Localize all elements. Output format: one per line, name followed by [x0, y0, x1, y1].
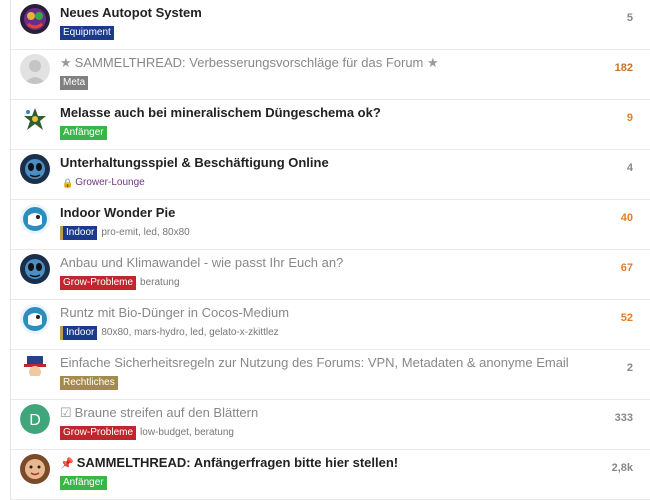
lock-icon: 🔒 — [62, 177, 74, 188]
reply-count[interactable]: 2,8k — [603, 462, 633, 474]
reply-count[interactable]: 9 — [603, 112, 633, 124]
user-avatar[interactable] — [20, 104, 50, 134]
topic-title[interactable]: ☑ Braune streifen auf den Blättern — [60, 405, 591, 421]
topic-title[interactable]: Neues Autopot System — [60, 5, 591, 21]
topic-row[interactable]: Einfache Sicherheitsregeln zur Nutzung d… — [11, 350, 650, 400]
topic-row[interactable]: Anbau und Klimawandel - wie passt Ihr Eu… — [11, 250, 650, 300]
reply-count[interactable]: 4 — [603, 162, 633, 174]
topic-meta: Anfänger — [60, 125, 107, 140]
category-badge[interactable]: Indoor — [60, 225, 98, 240]
topic-row[interactable]: D ☑ Braune streifen auf den Blättern Grow… — [11, 400, 650, 450]
topic-tags[interactable]: 80x80, mars-hydro, led, gelato-x-zkittle… — [101, 327, 278, 338]
checkbox-icon: ☑ — [60, 405, 72, 420]
topic-title[interactable]: ★ SAMMELTHREAD: Verbesserungsvorschläge f… — [60, 55, 591, 71]
category-badge[interactable]: Anfänger — [60, 475, 107, 490]
category-badge[interactable]: Indoor — [60, 325, 98, 340]
star-icon: ★ — [427, 55, 439, 70]
category-badge[interactable]: Anfänger — [60, 125, 107, 140]
pin-icon: 📌 — [60, 458, 74, 470]
user-avatar[interactable] — [20, 154, 50, 184]
reply-count[interactable]: 333 — [603, 412, 633, 424]
user-avatar[interactable] — [20, 54, 50, 84]
topic-meta: Indoor 80x80, mars-hydro, led, gelato-x-… — [60, 325, 279, 340]
category-badge[interactable]: Meta — [60, 75, 89, 90]
topic-row[interactable]: Unterhaltungsspiel & Beschäftigung Onlin… — [11, 150, 650, 200]
topic-tags[interactable]: low-budget, beratung — [140, 427, 234, 438]
user-avatar[interactable] — [20, 354, 50, 384]
category-badge[interactable]: Grow-Probleme — [60, 425, 137, 440]
topic-list: Neues Autopot System Equipment 5 ★ SAMMEL… — [10, 0, 650, 500]
topic-row[interactable]: 📌 SAMMELTHREAD: Anfängerfragen bitte hier… — [11, 450, 650, 500]
user-avatar[interactable] — [20, 304, 50, 334]
user-avatar[interactable] — [20, 204, 50, 234]
topic-title[interactable]: Indoor Wonder Pie — [60, 205, 591, 221]
topic-row[interactable]: ★ SAMMELTHREAD: Verbesserungsvorschläge f… — [11, 50, 650, 100]
user-avatar[interactable] — [20, 254, 50, 284]
star-icon: ★ — [60, 55, 72, 70]
user-avatar[interactable] — [20, 4, 50, 34]
topic-meta: Rechtliches — [60, 375, 118, 390]
topic-title[interactable]: Melasse auch bei mineralischem Düngesche… — [60, 105, 591, 121]
topic-title[interactable]: 📌 SAMMELTHREAD: Anfängerfragen bitte hier… — [60, 455, 591, 472]
topic-tags[interactable]: beratung — [140, 277, 179, 288]
topic-meta: Equipment — [60, 25, 114, 40]
category-badge[interactable]: Grow-Probleme — [60, 275, 137, 290]
user-avatar[interactable] — [20, 454, 50, 484]
topic-meta: Grow-Probleme beratung — [60, 275, 180, 290]
topic-row[interactable]: Indoor Wonder Pie Indoor pro-emit, led, … — [11, 200, 650, 250]
topic-meta: Indoor pro-emit, led, 80x80 — [60, 225, 190, 240]
category-badge[interactable]: Equipment — [60, 25, 114, 40]
user-avatar[interactable]: D — [20, 404, 50, 434]
avatar-letter: D — [29, 412, 41, 429]
category-badge[interactable]: 🔒 Grower-Lounge — [60, 176, 148, 190]
category-badge[interactable]: Rechtliches — [60, 375, 118, 390]
topic-tags[interactable]: pro-emit, led, 80x80 — [101, 227, 189, 238]
topic-row[interactable]: Runtz mit Bio-Dünger in Cocos-Medium Ind… — [11, 300, 650, 350]
topic-row[interactable]: Melasse auch bei mineralischem Düngesche… — [11, 100, 650, 150]
topic-title[interactable]: Anbau und Klimawandel - wie passt Ihr Eu… — [60, 255, 591, 271]
reply-count[interactable]: 67 — [603, 262, 633, 274]
topic-title[interactable]: Unterhaltungsspiel & Beschäftigung Onlin… — [60, 155, 591, 171]
reply-count[interactable]: 182 — [603, 62, 633, 74]
topic-row[interactable]: Neues Autopot System Equipment 5 — [11, 0, 650, 50]
topic-meta: Meta — [60, 75, 89, 90]
topic-title[interactable]: Runtz mit Bio-Dünger in Cocos-Medium — [60, 305, 591, 321]
reply-count[interactable]: 52 — [603, 312, 633, 324]
reply-count[interactable]: 5 — [603, 12, 633, 24]
topic-title[interactable]: Einfache Sicherheitsregeln zur Nutzung d… — [60, 355, 591, 371]
reply-count[interactable]: 40 — [603, 212, 633, 224]
topic-meta: Anfänger — [60, 475, 107, 490]
topic-meta: Grow-Probleme low-budget, beratung — [60, 425, 234, 440]
reply-count[interactable]: 2 — [603, 362, 633, 374]
topic-meta: 🔒 Grower-Lounge — [60, 175, 148, 190]
